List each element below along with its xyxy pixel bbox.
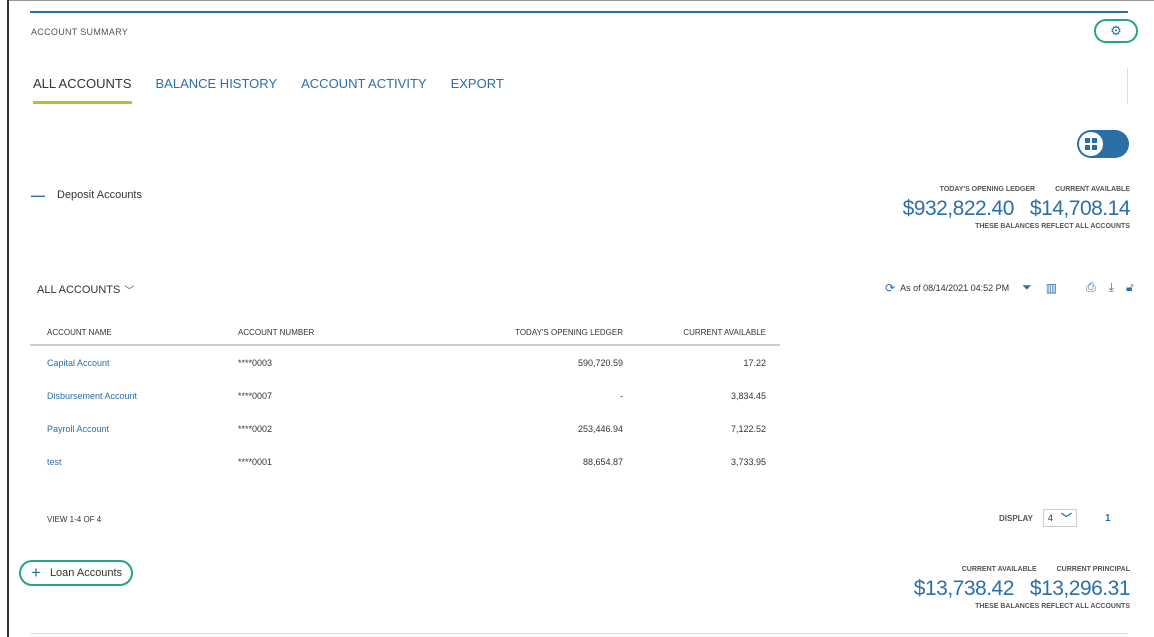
account-number: ****0001: [238, 456, 273, 467]
balances-note: THESE BALANCES REFLECT ALL ACCOUNTS: [975, 223, 1130, 230]
accounts-filter-label: ALL ACCOUNTS: [37, 283, 121, 296]
gear-icon: ⚙: [1110, 23, 1122, 38]
settings-button[interactable]: ⚙: [1094, 19, 1138, 43]
deposit-balances: TODAY'S OPENING LEDGER CURRENT AVAILABLE…: [887, 186, 1131, 230]
loan-accounts-label: Loan Accounts: [49, 567, 123, 579]
as-of-timestamp: As of 08/14/2021 04:52 PM: [900, 282, 1010, 293]
page-number-1[interactable]: 1: [1105, 513, 1111, 524]
loan-balances-note: THESE BALANCES REFLECT ALL ACCOUNTS: [975, 603, 1130, 610]
accounts-table: ACCOUNT NAME ACCOUNT NUMBER TODAY'S OPEN…: [30, 320, 780, 478]
bottom-divider: [30, 633, 1128, 634]
current-available-value: $14,708.14: [1029, 197, 1131, 220]
filter-icon[interactable]: ⏷: [1022, 280, 1032, 295]
opening-ledger-value: $932,822.40: [902, 197, 1015, 220]
account-number: ****0002: [238, 423, 273, 434]
frame-top-border: [7, 0, 1154, 1]
view-toggle-knob: [1079, 132, 1103, 156]
account-link[interactable]: Capital Account: [47, 358, 110, 368]
accounts-filter-dropdown[interactable]: ALL ACCOUNTS ﹀: [37, 282, 135, 298]
view-count: VIEW 1-4 OF 4: [47, 515, 102, 524]
opening-ledger-cell: -: [620, 390, 623, 401]
loan-current-available-value: $13,738.42: [913, 577, 1015, 600]
table-row: Capital Account ****0003 590,720.59 17.2…: [30, 345, 780, 379]
table-row: Disbursement Account ****0007 - 3,834.45: [30, 379, 780, 412]
chevron-down-icon: ﹀: [124, 286, 135, 297]
deposit-accounts-label: Deposit Accounts: [57, 189, 142, 201]
account-link[interactable]: Disbursement Account: [47, 391, 137, 401]
loan-accounts-toggle[interactable]: + Loan Accounts: [19, 560, 133, 586]
account-link[interactable]: Payroll Account: [47, 424, 109, 434]
account-number: ****0007: [238, 390, 273, 401]
view-toggle[interactable]: [1077, 130, 1129, 158]
display-control: DISPLAY 4 ﹀: [999, 509, 1077, 527]
current-principal-value: $13,296.31: [1029, 577, 1131, 600]
frame-left-border: [7, 0, 9, 637]
table-row: test ****0001 88,654.87 3,733.95: [30, 445, 780, 478]
grid-view-icon: [1085, 138, 1097, 150]
current-available-cell: 3,733.95: [730, 456, 766, 467]
table-header-row: ACCOUNT NAME ACCOUNT NUMBER TODAY'S OPEN…: [30, 320, 780, 346]
download-icon[interactable]: ⤓: [1109, 280, 1114, 295]
opening-ledger-cell: 253,446.94: [577, 423, 623, 434]
tab-all-accounts[interactable]: ALL ACCOUNTS: [33, 76, 132, 104]
opening-ledger-label: TODAY'S OPENING LEDGER: [939, 186, 1036, 193]
opening-ledger-cell: 590,720.59: [577, 357, 623, 368]
print-icon[interactable]: ⎙: [1086, 280, 1096, 295]
tab-balance-history[interactable]: BALANCE HISTORY: [156, 76, 278, 104]
tab-export[interactable]: EXPORT: [451, 76, 504, 104]
current-available-cell: 7,122.52: [730, 423, 766, 434]
columns-icon[interactable]: ▥: [1046, 281, 1057, 295]
display-label: DISPLAY: [999, 513, 1033, 523]
col-current-available[interactable]: CURRENT AVAILABLE: [637, 320, 780, 346]
tab-divider: [1127, 68, 1128, 104]
opening-ledger-cell: 88,654.87: [582, 456, 623, 467]
tab-account-activity[interactable]: ACCOUNT ACTIVITY: [301, 76, 426, 104]
account-number: ****0003: [238, 357, 273, 368]
loan-balances: CURRENT AVAILABLE CURRENT PRINCIPAL $13,…: [898, 566, 1131, 610]
panel-title: ACCOUNT SUMMARY: [31, 27, 129, 37]
refresh-icon[interactable]: ⟳: [885, 281, 895, 295]
expand-icon: +: [31, 563, 41, 582]
current-available-cell: 17.22: [743, 357, 766, 368]
tab-bar: ALL ACCOUNTS BALANCE HISTORY ACCOUNT ACT…: [33, 76, 528, 104]
current-principal-label: CURRENT PRINCIPAL: [1056, 566, 1130, 573]
chevron-down-icon: ﹀: [1060, 513, 1072, 525]
page-size-value: 4: [1047, 513, 1053, 523]
deposit-accounts-toggle[interactable]: — Deposit Accounts: [31, 187, 142, 203]
col-account-name[interactable]: ACCOUNT NAME: [30, 320, 221, 346]
loan-current-available-label: CURRENT AVAILABLE: [961, 566, 1037, 573]
table-row: Payroll Account ****0002 253,446.94 7,12…: [30, 412, 780, 445]
col-account-number[interactable]: ACCOUNT NUMBER: [221, 320, 406, 346]
collapse-icon: —: [31, 187, 45, 203]
current-available-cell: 3,834.45: [730, 390, 766, 401]
account-link[interactable]: test: [47, 457, 62, 467]
col-opening-ledger[interactable]: TODAY'S OPENING LEDGER: [406, 320, 637, 346]
page-size-select[interactable]: 4 ﹀: [1042, 509, 1077, 527]
panel-top-accent: [30, 11, 1128, 13]
table-toolbar: ⟳ As of 08/14/2021 04:52 PM ⏷ ▥ ⎙ ⤓ 🔓︎: [885, 280, 1134, 295]
lock-icon[interactable]: 🔓︎: [1126, 280, 1134, 295]
current-available-label: CURRENT AVAILABLE: [1055, 186, 1130, 193]
